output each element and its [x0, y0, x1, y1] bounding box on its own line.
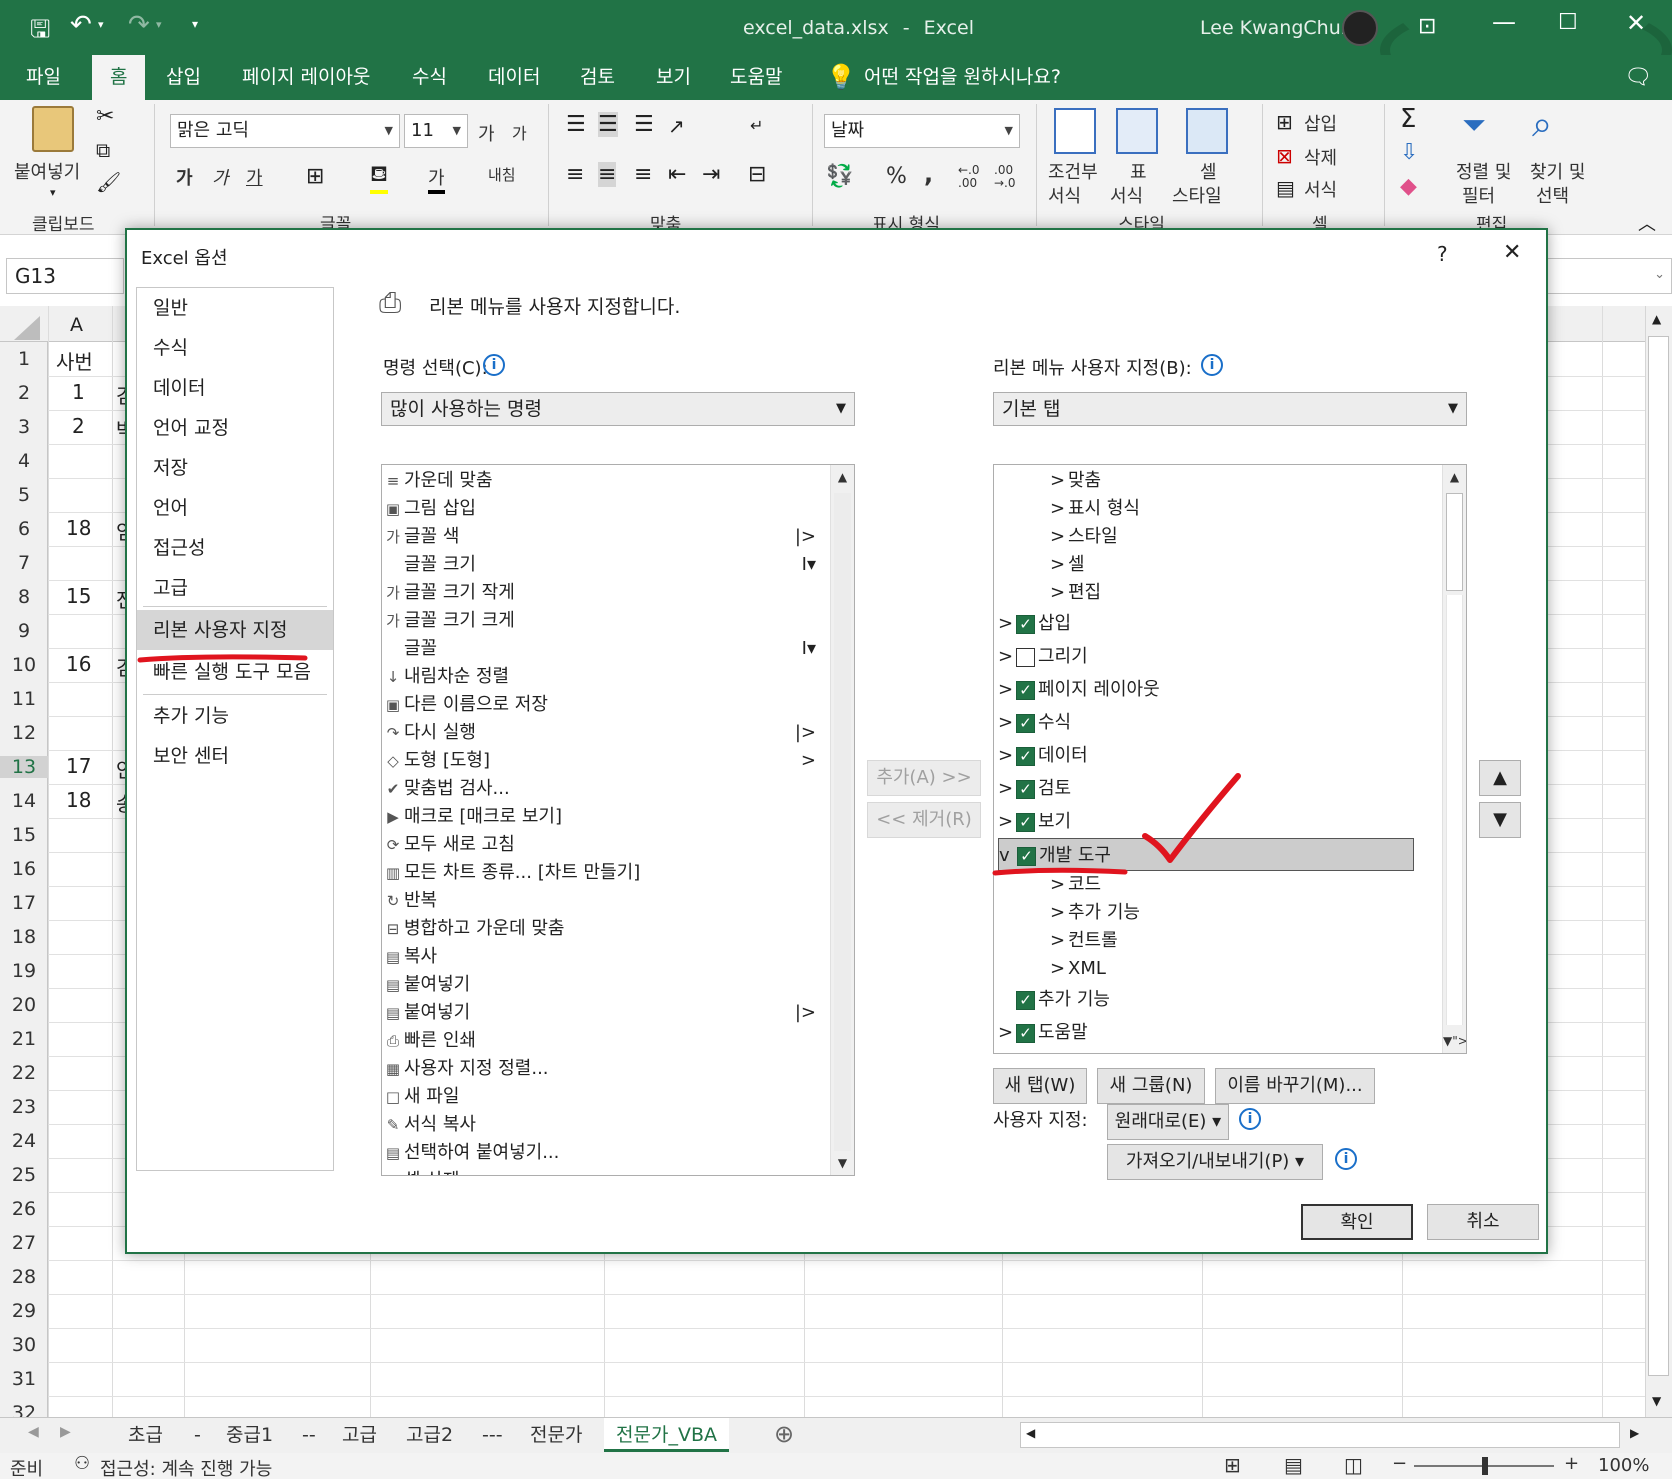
annotation-overlay [137, 654, 1241, 876]
annotation-checkmark [1142, 773, 1241, 863]
annotation-underline-customize-ribbon [137, 654, 308, 663]
annotation-underline-developer-tab [992, 867, 1128, 876]
